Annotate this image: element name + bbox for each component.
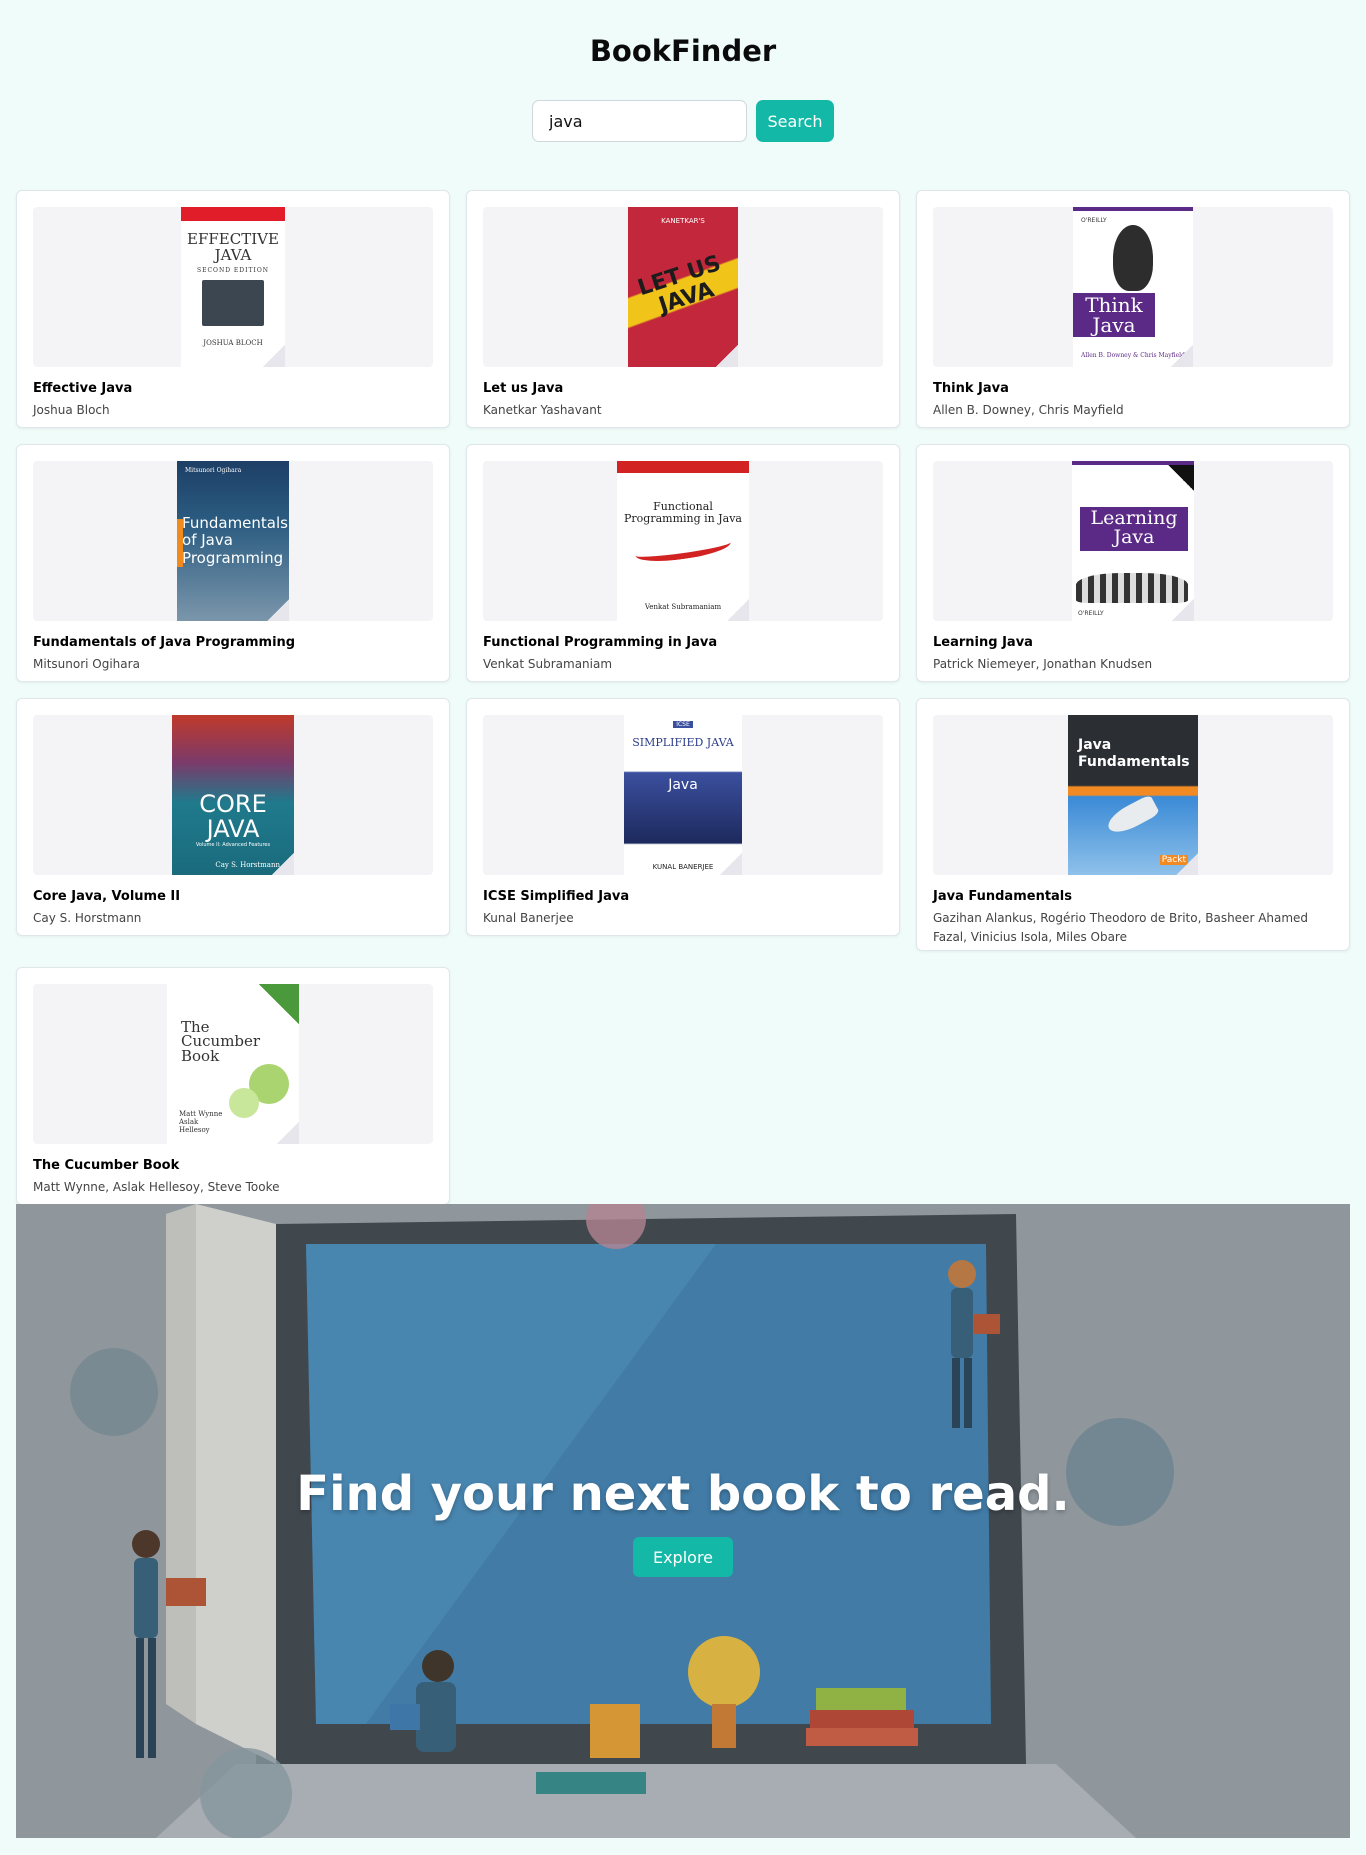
book-cover: ICSE SIMPLIFIED JAVA Java KUNAL BANERJEE — [624, 715, 742, 875]
book-title: Effective Java — [33, 381, 133, 396]
book-cover-frame: Mitsunori Ogihara Fundamentals of Java P… — [33, 461, 433, 621]
search-button[interactable]: Search — [756, 100, 834, 142]
book-cover: CORE JAVA Volume II: Advanced Features C… — [172, 715, 294, 875]
book-cover: The Cucumber Book Matt Wynne Aslak Helle… — [167, 984, 299, 1144]
book-author: Joshua Bloch — [33, 403, 110, 417]
book-title: ICSE Simplified Java — [483, 889, 630, 904]
app-title: BookFinder — [589, 34, 777, 68]
book-cover-frame: KANETKAR'S LET US JAVA — [483, 207, 883, 367]
book-title: Java Fundamentals — [933, 889, 1073, 904]
book-title: Functional Programming in Java — [483, 635, 718, 650]
book-card[interactable]: The Cucumber Book Matt Wynne Aslak Helle… — [16, 967, 450, 1205]
book-author: Cay S. Horstmann — [33, 911, 142, 925]
book-title: The Cucumber Book — [33, 1158, 180, 1173]
book-cover: Functional Programming in Java Venkat Su… — [617, 461, 749, 621]
book-card[interactable]: Functional Programming in Java Venkat Su… — [466, 444, 900, 682]
book-cover-frame: Functional Programming in Java Venkat Su… — [483, 461, 883, 621]
book-title: Core Java, Volume II — [33, 889, 181, 904]
book-cover: Learning Java O'REILLY — [1072, 461, 1194, 621]
book-author: Allen B. Downey, Chris Mayfield — [933, 403, 1124, 417]
book-card[interactable]: Java Fundamentals Packt Java Fundamental… — [916, 698, 1350, 951]
search-bar: Search — [532, 100, 834, 142]
book-card[interactable]: Mitsunori Ogihara Fundamentals of Java P… — [16, 444, 450, 682]
book-cover-frame: CORE JAVA Volume II: Advanced Features C… — [33, 715, 433, 875]
book-grid: EFFECTIVE JAVA SECOND EDITION JOSHUA BLO… — [16, 190, 1350, 1205]
book-cover-frame: EFFECTIVE JAVA SECOND EDITION JOSHUA BLO… — [33, 207, 433, 367]
hero-banner: Find your next book to read. Explore — [16, 1204, 1350, 1838]
book-title: Fundamentals of Java Programming — [33, 635, 296, 650]
book-title: Learning Java — [933, 635, 1033, 650]
book-card[interactable]: CORE JAVA Volume II: Advanced Features C… — [16, 698, 450, 936]
book-title: Think Java — [933, 381, 1009, 396]
book-cover: KANETKAR'S LET US JAVA — [628, 207, 738, 367]
book-author: Mitsunori Ogihara — [33, 657, 140, 671]
book-card[interactable]: O'REILLY Think Java Allen B. Downey & Ch… — [916, 190, 1350, 428]
search-input[interactable] — [532, 100, 747, 142]
book-cover: Mitsunori Ogihara Fundamentals of Java P… — [177, 461, 289, 621]
hero-title: Find your next book to read. — [296, 1466, 1070, 1522]
book-cover-frame: Java Fundamentals Packt — [933, 715, 1333, 875]
book-card[interactable]: EFFECTIVE JAVA SECOND EDITION JOSHUA BLO… — [16, 190, 450, 428]
book-cover-frame: The Cucumber Book Matt Wynne Aslak Helle… — [33, 984, 433, 1144]
book-author: Kanetkar Yashavant — [483, 403, 602, 417]
book-author: Venkat Subramaniam — [483, 657, 613, 671]
book-cover: O'REILLY Think Java Allen B. Downey & Ch… — [1073, 207, 1193, 367]
explore-button[interactable]: Explore — [633, 1537, 733, 1577]
book-author: Patrick Niemeyer, Jonathan Knudsen — [933, 657, 1153, 671]
book-cover: Java Fundamentals Packt — [1068, 715, 1198, 875]
book-cover-frame: O'REILLY Think Java Allen B. Downey & Ch… — [933, 207, 1333, 367]
book-author: Gazihan Alankus, Rogério Theodoro de Bri… — [933, 911, 1309, 945]
book-author: Kunal Banerjee — [483, 911, 574, 925]
book-author: Matt Wynne, Aslak Hellesoy, Steve Tooke — [33, 1180, 280, 1194]
book-card[interactable]: ICSE SIMPLIFIED JAVA Java KUNAL BANERJEE… — [466, 698, 900, 936]
book-cover: EFFECTIVE JAVA SECOND EDITION JOSHUA BLO… — [181, 207, 285, 367]
book-title: Let us Java — [483, 381, 564, 396]
book-cover-frame: ICSE SIMPLIFIED JAVA Java KUNAL BANERJEE — [483, 715, 883, 875]
book-cover-frame: Learning Java O'REILLY — [933, 461, 1333, 621]
book-card[interactable]: KANETKAR'S LET US JAVA Let us Java Kanet… — [466, 190, 900, 428]
book-card[interactable]: Learning Java O'REILLY Learning Java Pat… — [916, 444, 1350, 682]
